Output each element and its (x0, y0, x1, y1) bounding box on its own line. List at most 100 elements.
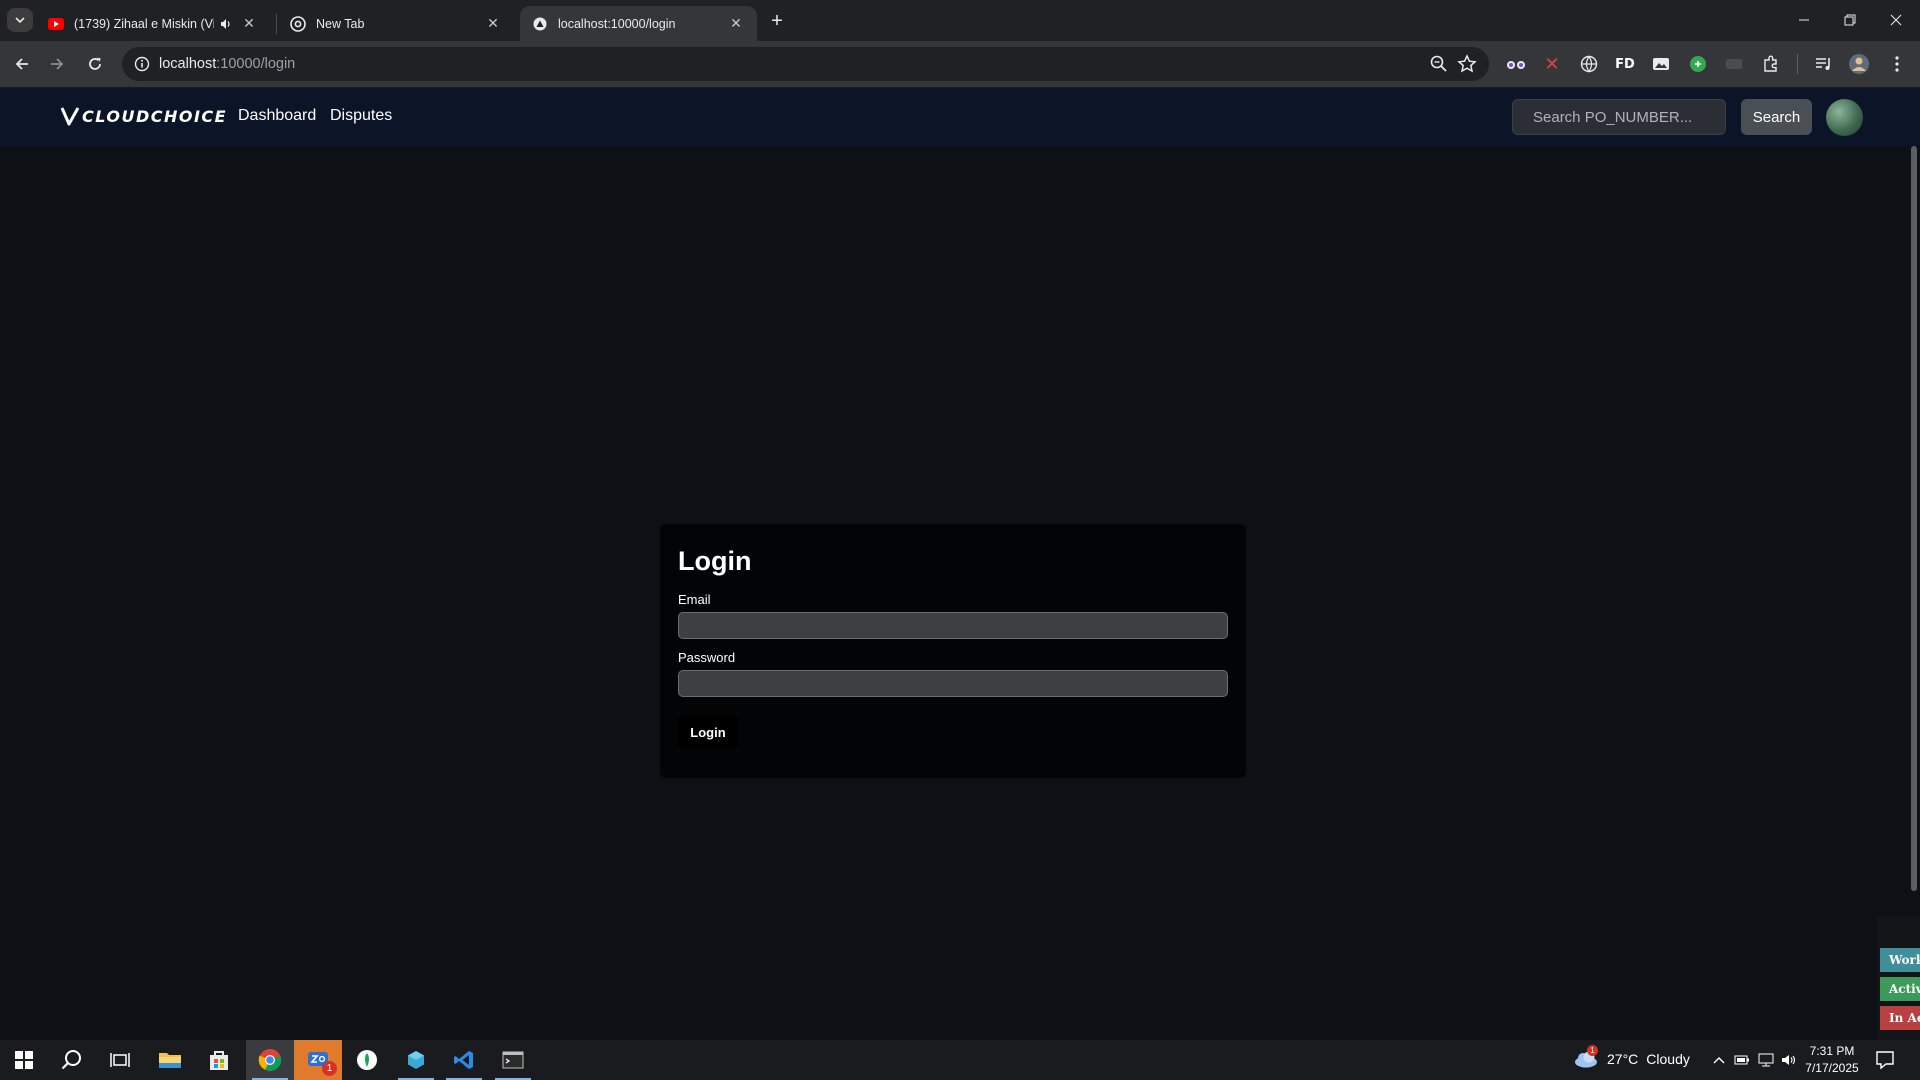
login-button[interactable]: Login (678, 716, 738, 748)
terminal-icon (502, 1051, 524, 1069)
zoom-icon[interactable] (1429, 54, 1449, 74)
taskbar-store[interactable] (195, 1040, 243, 1080)
windows-taskbar: 1 1 27°C Cloudy 7:31 PM 7/17/2025 (0, 1040, 1920, 1080)
profile-avatar-icon[interactable] (1848, 53, 1870, 75)
close-tab-icon[interactable]: ✕ (484, 15, 502, 33)
clock-time: 7:31 PM (1809, 1044, 1855, 1058)
taskbar-mongodb[interactable] (343, 1040, 391, 1080)
arrow-right-icon (51, 58, 64, 70)
tab-title: localhost:10000/login (558, 16, 676, 31)
reload-icon (89, 57, 101, 70)
scrollbar-thumb[interactable] (1911, 146, 1917, 891)
brand-logo[interactable]: CLOUDCHOICE (60, 103, 227, 129)
extension-fd-icon[interactable]: FD (1614, 53, 1636, 75)
vscode-icon (454, 1051, 473, 1069)
task-view-button[interactable] (96, 1040, 144, 1080)
restore-icon (1844, 14, 1856, 26)
tab-title: New Tab (316, 16, 365, 31)
clock-date: 7/17/2025 (1805, 1061, 1859, 1075)
store-bag-icon (210, 1051, 228, 1070)
chevron-down-icon (15, 17, 25, 24)
logo-mark-icon (60, 107, 80, 126)
password-label: Password (678, 650, 736, 665)
brand-logo-text: CLOUDCHOICE (82, 106, 228, 126)
notification-center-icon[interactable] (1874, 1049, 1896, 1071)
site-info-icon[interactable] (130, 52, 154, 76)
system-clock[interactable]: 7:31 PM 7/17/2025 (1796, 1043, 1868, 1077)
new-tab-button[interactable]: + (764, 8, 790, 34)
status-tab-active[interactable]: Activ (1880, 977, 1920, 1001)
forward-button[interactable] (42, 49, 72, 79)
cloud-icon: 1 (1573, 1045, 1599, 1068)
browser-tab-login[interactable]: localhost:10000/login ✕ (520, 6, 757, 41)
user-avatar[interactable] (1826, 99, 1863, 136)
chrome-icon (290, 15, 306, 32)
email-label: Email (678, 592, 711, 607)
close-tab-icon[interactable]: ✕ (240, 15, 258, 33)
status-tab-inactive[interactable]: In Ac (1880, 1006, 1920, 1030)
close-icon (1890, 14, 1902, 26)
media-control-icon[interactable] (1813, 53, 1835, 75)
app-navbar: CLOUDCHOICE Dashboard Disputes Search PO… (0, 88, 1920, 146)
po-number-search-input[interactable]: Search PO_NUMBER... (1512, 99, 1726, 135)
taskbar-search-button[interactable] (48, 1040, 96, 1080)
extension-dim-icon[interactable] (1723, 53, 1745, 75)
battery-icon[interactable] (1733, 1051, 1751, 1069)
task-view-icon (110, 1053, 130, 1067)
tab-separator (276, 14, 277, 34)
notification-badge: 1 (322, 1061, 337, 1076)
search-icon (61, 1050, 81, 1070)
start-button[interactable] (0, 1040, 48, 1080)
close-window-button[interactable] (1873, 0, 1919, 40)
weather-widget[interactable]: 1 27°C Cloudy (1573, 1045, 1690, 1068)
chrome-icon (258, 1049, 282, 1071)
nav-link-dashboard[interactable]: Dashboard (238, 107, 316, 125)
back-button[interactable] (7, 49, 37, 79)
tab-title: (1739) Zihaal e Miskin (Vide (74, 16, 214, 31)
status-tab-work[interactable]: Work (1880, 948, 1920, 972)
taskbar-zoho[interactable]: 1 (294, 1040, 342, 1080)
extensions-puzzle-icon[interactable] (1760, 53, 1782, 75)
folder-icon (159, 1053, 181, 1068)
taskbar-vscode[interactable] (440, 1040, 488, 1080)
nav-link-disputes[interactable]: Disputes (330, 107, 392, 125)
network-icon[interactable] (1757, 1051, 1775, 1069)
extension-image-icon[interactable] (1650, 53, 1672, 75)
weather-alert-badge: 1 (1587, 1045, 1598, 1056)
browser-tab-new-tab[interactable]: New Tab ✕ (278, 6, 514, 41)
speaker-icon[interactable] (218, 16, 234, 32)
search-button[interactable]: Search (1741, 99, 1812, 135)
password-field[interactable] (678, 670, 1228, 697)
browser-tab-youtube[interactable]: (1739) Zihaal e Miskin (Vide ✕ (36, 6, 270, 41)
weather-temperature: 27°C (1607, 1051, 1639, 1067)
address-bar[interactable]: localhost:10000/login (122, 47, 1489, 81)
url-text[interactable]: localhost:10000/login (159, 56, 295, 72)
taskbar-app-cube[interactable] (392, 1040, 440, 1080)
page-scrollbar[interactable] (1908, 146, 1920, 1040)
minimize-icon (1799, 19, 1809, 21)
taskbar-terminal[interactable] (489, 1040, 537, 1080)
reload-button[interactable] (80, 49, 110, 79)
browser-toolbar: localhost:10000/login ✕ FD (0, 41, 1920, 88)
bookmark-star-icon[interactable] (1457, 54, 1477, 74)
tab-search-button[interactable] (7, 8, 33, 32)
windows-logo-icon (15, 1051, 33, 1069)
mongodb-leaf-icon (357, 1050, 377, 1070)
login-title: Login (678, 546, 752, 576)
taskbar-file-explorer[interactable] (146, 1040, 194, 1080)
tray-chevron-up-icon[interactable] (1710, 1051, 1728, 1069)
minimize-button[interactable] (1781, 0, 1827, 40)
extension-globe-icon[interactable] (1578, 53, 1600, 75)
close-tab-icon[interactable]: ✕ (727, 15, 745, 33)
arrow-left-icon (15, 58, 28, 70)
browser-tab-strip: (1739) Zihaal e Miskin (Vide ✕ New Tab ✕… (0, 0, 1920, 41)
login-card: Login Email Password Login (660, 524, 1246, 778)
cube-icon (408, 1051, 424, 1069)
email-field[interactable] (678, 612, 1228, 639)
extension-green-icon[interactable] (1687, 53, 1709, 75)
extension-glasses-icon[interactable] (1505, 53, 1527, 75)
restore-button[interactable] (1827, 0, 1873, 40)
menu-kebab-icon[interactable] (1886, 53, 1908, 75)
taskbar-chrome[interactable] (246, 1040, 294, 1080)
extension-x-icon[interactable]: ✕ (1541, 53, 1563, 75)
